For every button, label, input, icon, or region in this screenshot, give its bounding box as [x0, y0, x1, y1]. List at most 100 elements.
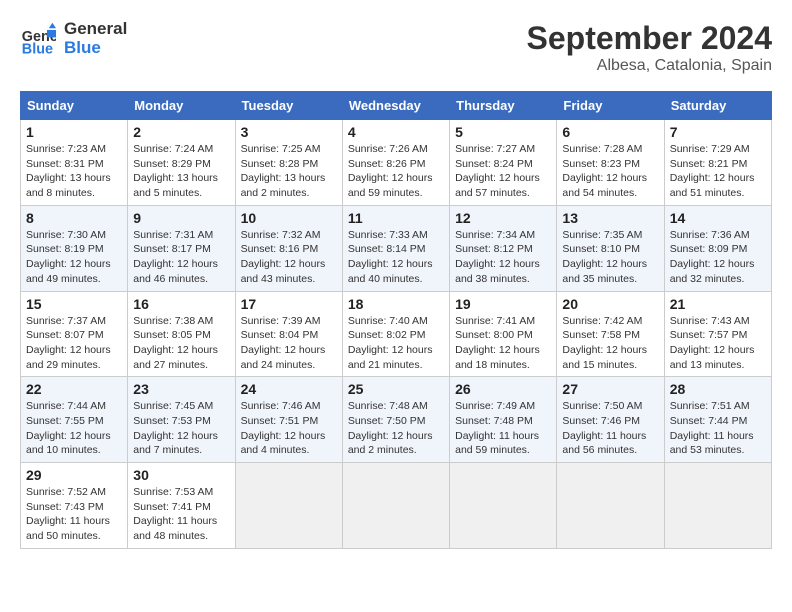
calendar-cell: 7 Sunrise: 7:29 AMSunset: 8:21 PMDayligh… [664, 120, 771, 206]
day-number: 2 [133, 124, 229, 140]
calendar-cell: 16 Sunrise: 7:38 AMSunset: 8:05 PMDaylig… [128, 291, 235, 377]
calendar-cell [235, 463, 342, 549]
day-number: 6 [562, 124, 658, 140]
logo-general: General [64, 20, 127, 39]
calendar-cell: 30 Sunrise: 7:53 AMSunset: 7:41 PMDaylig… [128, 463, 235, 549]
calendar-cell: 14 Sunrise: 7:36 AMSunset: 8:09 PMDaylig… [664, 205, 771, 291]
col-wednesday: Wednesday [342, 92, 449, 120]
table-row: 22 Sunrise: 7:44 AMSunset: 7:55 PMDaylig… [21, 377, 772, 463]
day-info: Sunrise: 7:32 AMSunset: 8:16 PMDaylight:… [241, 228, 337, 287]
calendar-cell: 28 Sunrise: 7:51 AMSunset: 7:44 PMDaylig… [664, 377, 771, 463]
month-title: September 2024 [527, 20, 772, 57]
day-info: Sunrise: 7:42 AMSunset: 7:58 PMDaylight:… [562, 314, 658, 373]
day-number: 7 [670, 124, 766, 140]
location: Albesa, Catalonia, Spain [527, 57, 772, 75]
day-number: 26 [455, 381, 551, 397]
day-number: 29 [26, 467, 122, 483]
day-number: 8 [26, 210, 122, 226]
calendar-cell: 20 Sunrise: 7:42 AMSunset: 7:58 PMDaylig… [557, 291, 664, 377]
day-number: 20 [562, 296, 658, 312]
day-number: 9 [133, 210, 229, 226]
day-number: 25 [348, 381, 444, 397]
day-info: Sunrise: 7:25 AMSunset: 8:28 PMDaylight:… [241, 142, 337, 201]
day-number: 18 [348, 296, 444, 312]
table-row: 8 Sunrise: 7:30 AMSunset: 8:19 PMDayligh… [21, 205, 772, 291]
day-info: Sunrise: 7:24 AMSunset: 8:29 PMDaylight:… [133, 142, 229, 201]
calendar-cell: 19 Sunrise: 7:41 AMSunset: 8:00 PMDaylig… [450, 291, 557, 377]
day-number: 11 [348, 210, 444, 226]
day-info: Sunrise: 7:40 AMSunset: 8:02 PMDaylight:… [348, 314, 444, 373]
day-info: Sunrise: 7:26 AMSunset: 8:26 PMDaylight:… [348, 142, 444, 201]
day-number: 28 [670, 381, 766, 397]
day-info: Sunrise: 7:34 AMSunset: 8:12 PMDaylight:… [455, 228, 551, 287]
calendar-cell: 12 Sunrise: 7:34 AMSunset: 8:12 PMDaylig… [450, 205, 557, 291]
col-monday: Monday [128, 92, 235, 120]
calendar-cell: 10 Sunrise: 7:32 AMSunset: 8:16 PMDaylig… [235, 205, 342, 291]
day-number: 16 [133, 296, 229, 312]
day-info: Sunrise: 7:33 AMSunset: 8:14 PMDaylight:… [348, 228, 444, 287]
day-info: Sunrise: 7:53 AMSunset: 7:41 PMDaylight:… [133, 485, 229, 544]
calendar-table: Sunday Monday Tuesday Wednesday Thursday… [20, 91, 772, 549]
calendar-body: 1 Sunrise: 7:23 AMSunset: 8:31 PMDayligh… [21, 120, 772, 549]
day-info: Sunrise: 7:52 AMSunset: 7:43 PMDaylight:… [26, 485, 122, 544]
calendar-cell [450, 463, 557, 549]
calendar-cell: 6 Sunrise: 7:28 AMSunset: 8:23 PMDayligh… [557, 120, 664, 206]
day-info: Sunrise: 7:23 AMSunset: 8:31 PMDaylight:… [26, 142, 122, 201]
day-number: 5 [455, 124, 551, 140]
calendar-cell: 22 Sunrise: 7:44 AMSunset: 7:55 PMDaylig… [21, 377, 128, 463]
header-row: Sunday Monday Tuesday Wednesday Thursday… [21, 92, 772, 120]
day-info: Sunrise: 7:50 AMSunset: 7:46 PMDaylight:… [562, 399, 658, 458]
day-number: 27 [562, 381, 658, 397]
calendar-cell: 1 Sunrise: 7:23 AMSunset: 8:31 PMDayligh… [21, 120, 128, 206]
day-number: 14 [670, 210, 766, 226]
day-number: 4 [348, 124, 444, 140]
day-number: 22 [26, 381, 122, 397]
day-number: 15 [26, 296, 122, 312]
calendar-cell: 26 Sunrise: 7:49 AMSunset: 7:48 PMDaylig… [450, 377, 557, 463]
svg-text:Blue: Blue [22, 41, 53, 57]
day-info: Sunrise: 7:30 AMSunset: 8:19 PMDaylight:… [26, 228, 122, 287]
day-number: 1 [26, 124, 122, 140]
calendar-cell: 11 Sunrise: 7:33 AMSunset: 8:14 PMDaylig… [342, 205, 449, 291]
calendar-cell: 29 Sunrise: 7:52 AMSunset: 7:43 PMDaylig… [21, 463, 128, 549]
day-info: Sunrise: 7:44 AMSunset: 7:55 PMDaylight:… [26, 399, 122, 458]
calendar-cell: 4 Sunrise: 7:26 AMSunset: 8:26 PMDayligh… [342, 120, 449, 206]
day-info: Sunrise: 7:31 AMSunset: 8:17 PMDaylight:… [133, 228, 229, 287]
day-number: 17 [241, 296, 337, 312]
day-number: 21 [670, 296, 766, 312]
day-number: 13 [562, 210, 658, 226]
day-info: Sunrise: 7:46 AMSunset: 7:51 PMDaylight:… [241, 399, 337, 458]
calendar-cell: 9 Sunrise: 7:31 AMSunset: 8:17 PMDayligh… [128, 205, 235, 291]
day-info: Sunrise: 7:35 AMSunset: 8:10 PMDaylight:… [562, 228, 658, 287]
day-number: 3 [241, 124, 337, 140]
calendar-cell: 23 Sunrise: 7:45 AMSunset: 7:53 PMDaylig… [128, 377, 235, 463]
day-info: Sunrise: 7:43 AMSunset: 7:57 PMDaylight:… [670, 314, 766, 373]
calendar-cell: 13 Sunrise: 7:35 AMSunset: 8:10 PMDaylig… [557, 205, 664, 291]
logo-blue: Blue [64, 39, 127, 58]
day-info: Sunrise: 7:49 AMSunset: 7:48 PMDaylight:… [455, 399, 551, 458]
day-info: Sunrise: 7:39 AMSunset: 8:04 PMDaylight:… [241, 314, 337, 373]
day-info: Sunrise: 7:37 AMSunset: 8:07 PMDaylight:… [26, 314, 122, 373]
calendar-cell [557, 463, 664, 549]
calendar-cell: 2 Sunrise: 7:24 AMSunset: 8:29 PMDayligh… [128, 120, 235, 206]
day-info: Sunrise: 7:28 AMSunset: 8:23 PMDaylight:… [562, 142, 658, 201]
calendar-cell: 21 Sunrise: 7:43 AMSunset: 7:57 PMDaylig… [664, 291, 771, 377]
day-number: 10 [241, 210, 337, 226]
calendar-cell: 3 Sunrise: 7:25 AMSunset: 8:28 PMDayligh… [235, 120, 342, 206]
day-number: 19 [455, 296, 551, 312]
calendar-cell: 18 Sunrise: 7:40 AMSunset: 8:02 PMDaylig… [342, 291, 449, 377]
page-header: General Blue General Blue September 2024… [20, 20, 772, 75]
day-info: Sunrise: 7:27 AMSunset: 8:24 PMDaylight:… [455, 142, 551, 201]
logo-icon: General Blue [20, 21, 56, 57]
calendar-cell [342, 463, 449, 549]
day-info: Sunrise: 7:51 AMSunset: 7:44 PMDaylight:… [670, 399, 766, 458]
day-info: Sunrise: 7:45 AMSunset: 7:53 PMDaylight:… [133, 399, 229, 458]
day-info: Sunrise: 7:48 AMSunset: 7:50 PMDaylight:… [348, 399, 444, 458]
table-row: 29 Sunrise: 7:52 AMSunset: 7:43 PMDaylig… [21, 463, 772, 549]
calendar-cell: 8 Sunrise: 7:30 AMSunset: 8:19 PMDayligh… [21, 205, 128, 291]
calendar-cell: 17 Sunrise: 7:39 AMSunset: 8:04 PMDaylig… [235, 291, 342, 377]
col-saturday: Saturday [664, 92, 771, 120]
table-row: 1 Sunrise: 7:23 AMSunset: 8:31 PMDayligh… [21, 120, 772, 206]
logo: General Blue General Blue [20, 20, 127, 57]
day-info: Sunrise: 7:36 AMSunset: 8:09 PMDaylight:… [670, 228, 766, 287]
